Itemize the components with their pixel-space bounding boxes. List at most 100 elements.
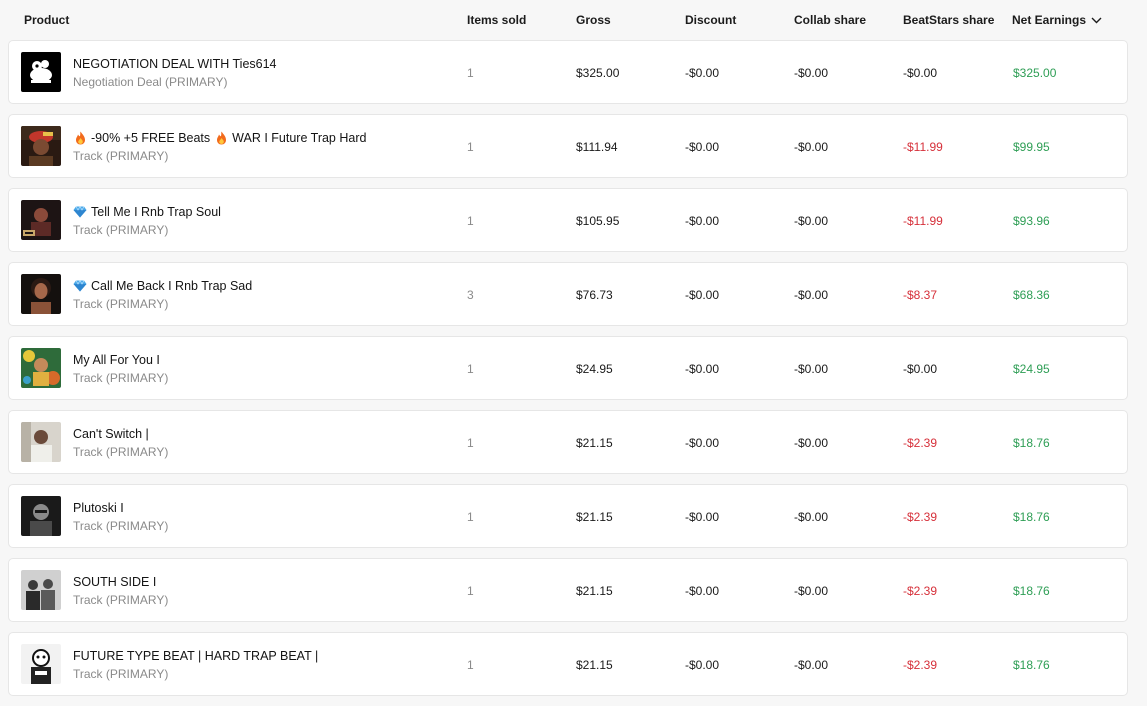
discount-value: -$0.00 [685,436,720,450]
product-title-text: SOUTH SIDE I [73,575,157,589]
column-header-items-sold[interactable]: Items sold [467,13,526,27]
table-row[interactable]: -90% +5 FREE Beats WAR I Future Trap Hard… [8,114,1128,178]
discount-value: -$0.00 [685,510,720,524]
fire-icon [73,131,87,145]
chevron-down-icon [1091,17,1102,24]
column-header-product[interactable]: Product [24,13,69,27]
beatstars-share-value: -$0.00 [903,66,938,80]
product-type: Negotiation Deal (PRIMARY) [73,75,228,89]
beatstars-share-value: -$8.37 [903,288,938,302]
product-title[interactable]: Call Me Back I Rnb Trap Sad [73,279,252,293]
items-sold-value: 1 [467,658,474,672]
product-title-text: NEGOTIATION DEAL WITH Ties614 [73,57,277,71]
sales-table: NEGOTIATION DEAL WITH Ties614 Negotiation… [8,40,1128,706]
gross-value: $21.15 [576,510,613,524]
column-header-net-earnings-label: Net Earnings [1012,13,1087,27]
gross-value: $21.15 [576,658,613,672]
collab-share-value: -$0.00 [794,658,829,672]
collab-share-value: -$0.00 [794,140,829,154]
collab-share-value: -$0.00 [794,214,829,228]
beatstars-share-value: -$2.39 [903,510,938,524]
product-title-text: -90% +5 FREE Beats [91,131,211,145]
product-thumbnail [21,52,61,92]
discount-value: -$0.00 [685,288,720,302]
product-title-text: Tell Me I Rnb Trap Soul [91,205,221,219]
product-title-text: FUTURE TYPE BEAT | HARD TRAP BEAT | [73,649,319,663]
gross-value: $105.95 [576,214,620,228]
net-earnings-value: $68.36 [1013,288,1050,302]
product-thumbnail [21,126,61,166]
product-thumbnail [21,496,61,536]
discount-value: -$0.00 [685,658,720,672]
net-earnings-value: $18.76 [1013,658,1050,672]
discount-value: -$0.00 [685,140,720,154]
collab-share-value: -$0.00 [794,66,829,80]
table-row[interactable]: Call Me Back I Rnb Trap Sad Track (PRIMAR… [8,262,1128,326]
items-sold-value: 1 [467,362,474,376]
product-type: Track (PRIMARY) [73,519,169,533]
net-earnings-value: $24.95 [1013,362,1050,376]
beatstars-share-value: -$0.00 [903,362,938,376]
table-row[interactable]: FUTURE TYPE BEAT | HARD TRAP BEAT | Track… [8,632,1128,696]
product-thumbnail [21,570,61,610]
gem-icon [73,279,87,293]
beatstars-share-value: -$11.99 [903,214,943,228]
net-earnings-value: $99.95 [1013,140,1050,154]
product-thumbnail [21,348,61,388]
product-title[interactable]: Can't Switch | [73,427,149,441]
collab-share-value: -$0.00 [794,288,829,302]
collab-share-value: -$0.00 [794,436,829,450]
gross-value: $24.95 [576,362,613,376]
product-title[interactable]: SOUTH SIDE I [73,575,156,589]
product-type: Track (PRIMARY) [73,667,169,681]
table-row[interactable]: Tell Me I Rnb Trap Soul Track (PRIMARY) 1 $… [8,188,1128,252]
gross-value: $21.15 [576,436,613,450]
product-thumbnail [21,274,61,314]
product-title[interactable]: Plutoski I [73,501,124,515]
items-sold-value: 1 [467,214,474,228]
collab-share-value: -$0.00 [794,362,829,376]
product-title[interactable]: -90% +5 FREE Beats WAR I Future Trap Hard [73,131,366,145]
column-header-collab-share[interactable]: Collab share [794,13,866,27]
discount-value: -$0.00 [685,362,720,376]
product-title[interactable]: FUTURE TYPE BEAT | HARD TRAP BEAT | [73,649,318,663]
gross-value: $76.73 [576,288,613,302]
gem-icon [73,205,87,219]
product-title[interactable]: NEGOTIATION DEAL WITH Ties614 [73,57,277,71]
product-title-text: Plutoski I [73,501,124,515]
table-row[interactable]: SOUTH SIDE I Track (PRIMARY) 1 $21.15 -$0.00… [8,558,1128,622]
discount-value: -$0.00 [685,66,720,80]
table-row[interactable]: Can't Switch | Track (PRIMARY) 1 $21.15 -$0.… [8,410,1128,474]
items-sold-value: 3 [467,288,474,302]
product-thumbnail [21,422,61,462]
column-header-beatstars-share[interactable]: BeatStars share [903,13,994,27]
gross-value: $325.00 [576,66,620,80]
product-thumbnail [21,644,61,684]
table-row[interactable]: NEGOTIATION DEAL WITH Ties614 Negotiation… [8,40,1128,104]
column-header-gross[interactable]: Gross [576,13,611,27]
gross-value: $21.15 [576,584,613,598]
discount-value: -$0.00 [685,214,720,228]
product-title-text: Can't Switch | [73,427,149,441]
product-type: Track (PRIMARY) [73,371,169,385]
items-sold-value: 1 [467,66,474,80]
net-earnings-value: $18.76 [1013,510,1050,524]
table-row[interactable]: My All For You I Track (PRIMARY) 1 $24.95 -$… [8,336,1128,400]
product-title[interactable]: My All For You I [73,353,160,367]
table-row[interactable]: Plutoski I Track (PRIMARY) 1 $21.15 -$0.00 -$… [8,484,1128,548]
product-thumbnail [21,200,61,240]
beatstars-share-value: -$2.39 [903,584,938,598]
gross-value: $111.94 [576,140,618,154]
column-header-net-earnings[interactable]: Net Earnings [1012,13,1102,27]
product-title[interactable]: Tell Me I Rnb Trap Soul [73,205,221,219]
items-sold-value: 1 [467,510,474,524]
column-header-discount[interactable]: Discount [685,13,736,27]
collab-share-value: -$0.00 [794,584,829,598]
items-sold-value: 1 [467,436,474,450]
discount-value: -$0.00 [685,584,720,598]
net-earnings-value: $18.76 [1013,436,1050,450]
product-type: Track (PRIMARY) [73,223,169,237]
product-title-text: My All For You I [73,353,160,367]
net-earnings-value: $18.76 [1013,584,1050,598]
product-title-text: Call Me Back I Rnb Trap Sad [91,279,253,293]
